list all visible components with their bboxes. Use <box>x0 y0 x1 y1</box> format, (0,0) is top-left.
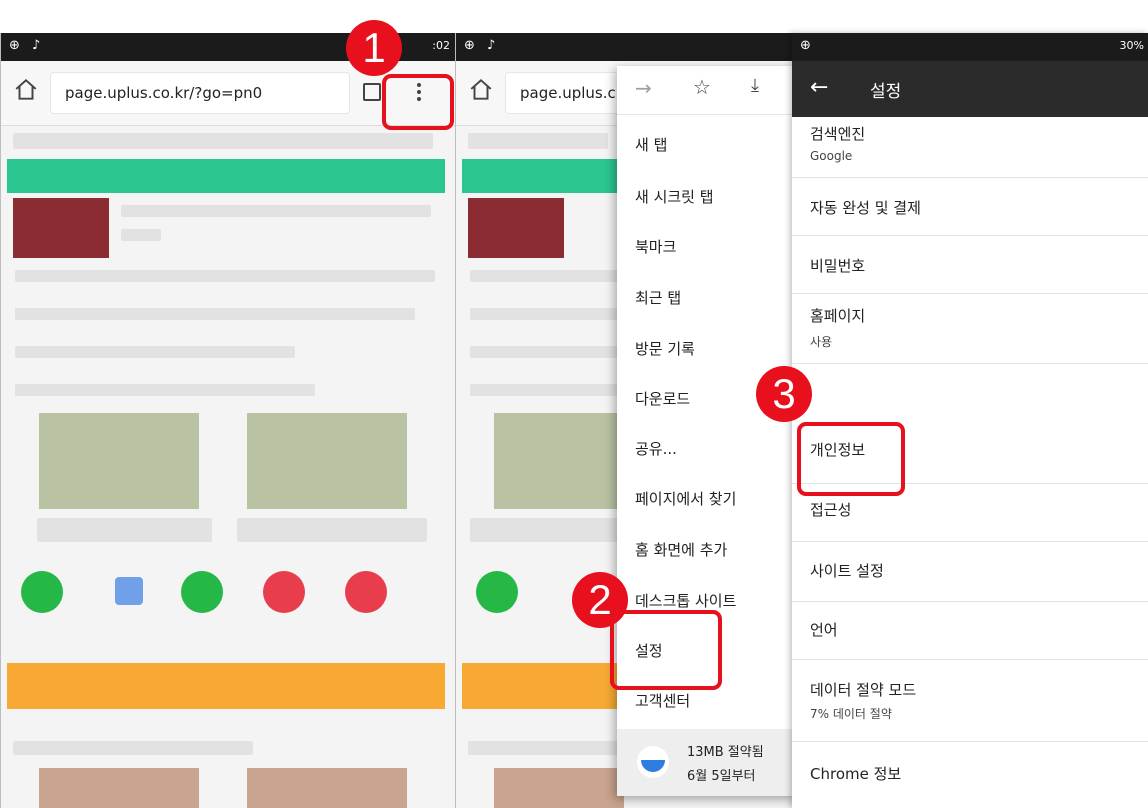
url-text: page.uplus.c <box>520 84 616 102</box>
forward-icon[interactable]: → <box>635 76 652 100</box>
news-line <box>470 308 620 320</box>
settings-row-passwords[interactable]: 비밀번호 <box>792 235 1148 294</box>
row-title: 접근성 <box>810 501 852 519</box>
image-thumbnail <box>39 768 199 808</box>
back-arrow-icon[interactable]: ← <box>810 75 828 100</box>
notification-icons: ⊕ ♪ <box>464 38 500 53</box>
row-subtitle: Google <box>810 149 853 163</box>
status-time: :02 <box>432 39 450 52</box>
step-3-badge: 3 <box>756 366 812 422</box>
app-icon-green[interactable] <box>181 571 223 613</box>
promo-banner[interactable] <box>462 663 622 709</box>
data-saved-amount: 13MB 절약됨 <box>687 745 764 760</box>
notification-icons: ⊕ ♪ <box>9 38 45 53</box>
article-headline <box>121 229 161 241</box>
app-icon-red[interactable] <box>263 571 305 613</box>
battery-level: 30% <box>1119 39 1144 52</box>
row-title: 홈페이지 <box>810 307 866 325</box>
menu-item-new-tab[interactable]: 새 탭 <box>635 134 667 155</box>
menu-item-desktop-site[interactable]: 데스크톱 사이트 <box>635 590 736 611</box>
home-icon[interactable] <box>468 77 494 103</box>
article-headline <box>121 205 431 217</box>
section-header <box>13 741 253 755</box>
news-line <box>470 346 620 358</box>
menu-item-find-in-page[interactable]: 페이지에서 찾기 <box>635 488 736 509</box>
row-title: 자동 완성 및 결제 <box>810 199 921 217</box>
settings-row-about-chrome[interactable]: Chrome 정보 <box>792 741 1148 808</box>
menu-item-recent-tabs[interactable]: 최근 탭 <box>635 287 681 308</box>
news-line <box>15 308 415 320</box>
app-icon-red[interactable] <box>345 571 387 613</box>
notification-icons: ⊕ <box>800 38 811 53</box>
menu-item-bookmarks[interactable]: 북마크 <box>635 236 676 257</box>
blurred-page-header <box>13 133 433 149</box>
row-title: 언어 <box>810 621 838 639</box>
news-line <box>15 384 315 396</box>
url-text: page.uplus.co.kr/?go=pn0 <box>65 84 263 102</box>
news-line <box>470 270 620 282</box>
row-title: 비밀번호 <box>810 257 866 275</box>
settings-app-bar: ← 설정 <box>792 61 1148 117</box>
download-icon[interactable]: ⤓ <box>751 75 759 96</box>
settings-row-homepage[interactable]: 홈페이지 사용 <box>792 293 1148 364</box>
menu-action-row: → ☆ ⤓ <box>617 66 797 115</box>
row-title: 사이트 설정 <box>810 562 884 580</box>
row-title: 검색엔진 <box>810 125 866 143</box>
menu-item-help[interactable]: 고객센터 <box>635 690 690 711</box>
image-thumbnail <box>494 768 624 808</box>
step-1-badge: 1 <box>346 20 402 76</box>
bookmark-star-icon[interactable]: ☆ <box>693 75 711 99</box>
promo-banner[interactable] <box>7 663 445 709</box>
data-saver-icon <box>637 746 669 778</box>
caption <box>470 518 620 542</box>
settings-row-autofill[interactable]: 자동 완성 및 결제 <box>792 177 1148 236</box>
blurred-page-header <box>468 133 608 149</box>
menu-item-incognito-tab[interactable]: 새 시크릿 탭 <box>635 186 714 207</box>
step-2-highlight <box>610 610 722 690</box>
menu-item-share[interactable]: 공유... <box>635 438 677 459</box>
settings-screen: ⊕ 30% ← 설정 검색엔진 Google 자동 완성 및 결제 비밀번호 홈… <box>792 33 1148 808</box>
image-thumbnail <box>247 413 407 509</box>
settings-row-languages[interactable]: 언어 <box>792 601 1148 660</box>
section-header <box>468 741 618 755</box>
url-bar[interactable]: page.uplus.co.kr/?go=pn0 <box>51 73 349 113</box>
news-line <box>15 346 295 358</box>
step-3-highlight <box>797 422 905 496</box>
category-nav-bar <box>462 159 622 193</box>
row-subtitle: 사용 <box>810 335 833 349</box>
category-nav-bar <box>7 159 445 193</box>
news-line <box>15 270 435 282</box>
step-2-badge: 2 <box>572 572 628 628</box>
app-icon-green[interactable] <box>476 571 518 613</box>
app-icon-color[interactable] <box>115 577 143 605</box>
phone-screen-browser: ⊕ ♪ :02 page.uplus.co.kr/?go=pn0 <box>0 33 457 808</box>
row-title: Chrome 정보 <box>810 765 902 783</box>
data-saver-footer[interactable]: 13MB 절약됨 6월 5일부터 <box>617 729 797 796</box>
row-title: 데이터 절약 모드 <box>810 681 917 699</box>
status-bar: ⊕ 30% <box>792 33 1148 61</box>
menu-item-downloads[interactable]: 다운로드 <box>635 388 690 409</box>
caption <box>237 518 427 542</box>
image-thumbnail <box>494 413 624 509</box>
row-subtitle: 7% 데이터 절약 <box>810 707 892 721</box>
menu-item-history[interactable]: 방문 기록 <box>635 338 695 359</box>
settings-title: 설정 <box>870 82 902 102</box>
menu-item-add-to-home[interactable]: 홈 화면에 추가 <box>635 539 727 560</box>
news-line <box>470 384 620 396</box>
step-1-highlight <box>382 74 454 130</box>
home-icon[interactable] <box>13 77 39 103</box>
app-icon-green[interactable] <box>21 571 63 613</box>
data-saved-since: 6월 5일부터 <box>687 769 756 784</box>
article-thumbnail <box>13 198 109 258</box>
settings-row-search-engine[interactable]: 검색엔진 Google <box>792 117 1148 178</box>
image-thumbnail <box>247 768 407 808</box>
settings-row-site-settings[interactable]: 사이트 설정 <box>792 541 1148 602</box>
image-thumbnail <box>39 413 199 509</box>
tab-switcher-icon[interactable] <box>363 83 381 101</box>
article-thumbnail <box>468 198 564 258</box>
settings-row-data-saver[interactable]: 데이터 절약 모드 7% 데이터 절약 <box>792 659 1148 742</box>
caption <box>37 518 212 542</box>
